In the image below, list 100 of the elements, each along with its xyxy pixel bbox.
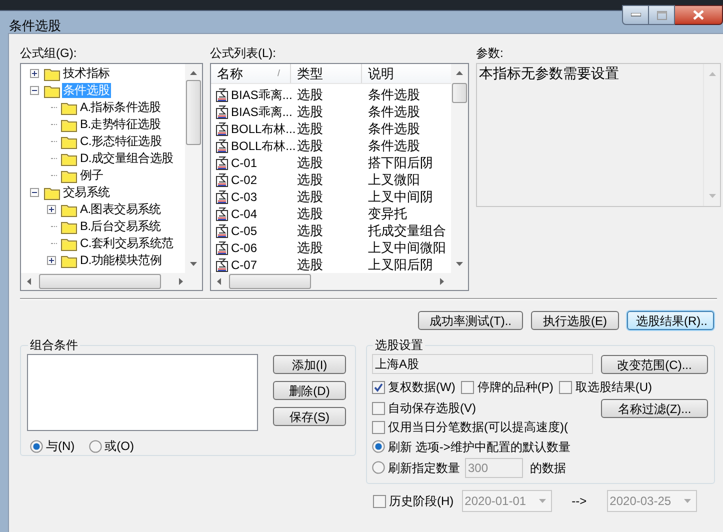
- formula-tree[interactable]: 技术指标 条件选股 A.指标条件选股 B.走势特征选股 C.形态特征选股 D.成交量组合选股 例子 交易系统 A.图表交易系统 B.后台交易系统 C.套利交易系统范 D.功能模块范例: [20, 63, 203, 291]
- formula-icon: [215, 190, 229, 204]
- action-button[interactable]: 选股结果(R)..: [627, 311, 714, 330]
- tree-item[interactable]: 交易系统: [62, 185, 111, 200]
- checkbox[interactable]: [373, 494, 386, 508]
- scroll-down-icon[interactable]: [190, 262, 197, 266]
- minimize-icon: [630, 13, 640, 17]
- checkbox[interactable]: [372, 402, 385, 414]
- checkbox-checked[interactable]: [372, 380, 385, 394]
- list-cell-text: C-03: [231, 188, 258, 206]
- tree-item[interactable]: B.后台交易系统: [79, 219, 162, 234]
- checkbox[interactable]: [559, 380, 572, 394]
- scroll-right-icon[interactable]: [179, 278, 183, 285]
- radio-label[interactable]: 刷新指定数量: [388, 458, 460, 476]
- vertical-scrollbar[interactable]: [451, 64, 468, 273]
- scroll-left-icon[interactable]: [27, 278, 31, 285]
- name-filter-button[interactable]: 名称过滤(Z)...: [601, 398, 708, 418]
- tree-item[interactable]: C.形态特征选股: [79, 134, 163, 149]
- window-title: 条件选股: [9, 17, 61, 35]
- checkbox-label[interactable]: 停牌的品种(P): [477, 378, 554, 396]
- group-title: 组合条件: [29, 337, 79, 354]
- condition-button[interactable]: 添加(I): [273, 355, 346, 374]
- tree-item[interactable]: A.指标条件选股: [79, 100, 162, 115]
- list-cell-text: 选股: [296, 120, 324, 138]
- checkbox-label[interactable]: 仅用当日分笔数据(可以提高速度)(: [388, 418, 568, 436]
- action-button[interactable]: 成功率测试(T)..: [418, 311, 523, 330]
- folder-icon: [44, 66, 60, 80]
- condition-button[interactable]: 删除(D): [273, 381, 346, 400]
- list-cell-text: 变异托: [367, 204, 408, 223]
- tree-item[interactable]: D.成交量组合选股: [79, 151, 174, 166]
- conditions-box[interactable]: [27, 354, 258, 431]
- list-cell-text: BIAS乖离...: [231, 86, 292, 104]
- maximize-button[interactable]: [649, 5, 675, 25]
- folder-icon: [61, 254, 77, 268]
- scroll-thumb[interactable]: [452, 83, 467, 103]
- scroll-thumb[interactable]: [39, 274, 161, 289]
- checkbox-label[interactable]: 复权数据(W): [388, 378, 456, 396]
- collapse-icon[interactable]: [30, 188, 38, 197]
- tree-item[interactable]: C.套利交易系统范: [79, 236, 174, 251]
- dropdown-arrow-icon: [684, 499, 691, 503]
- folder-icon: [61, 202, 77, 216]
- list-cell-text: BIAS乖离...: [231, 104, 292, 120]
- tree-item[interactable]: B.走势特征选股: [79, 117, 162, 132]
- column-header[interactable]: 类型: [291, 64, 362, 83]
- expand-icon[interactable]: [46, 205, 56, 214]
- scroll-up-icon[interactable]: [190, 71, 197, 75]
- expand-icon[interactable]: [30, 69, 38, 78]
- tree-item[interactable]: 例子: [79, 168, 104, 183]
- maximize-icon: [656, 10, 666, 20]
- checkbox-label[interactable]: 自动保存选股(V): [388, 399, 476, 417]
- horizontal-scrollbar[interactable]: [211, 273, 468, 290]
- radio-button[interactable]: [372, 461, 385, 474]
- collapse-icon[interactable]: [30, 86, 38, 95]
- radio-selected[interactable]: [372, 440, 385, 453]
- scroll-thumb[interactable]: [186, 80, 201, 145]
- formula-icon: [215, 156, 229, 170]
- scroll-thumb[interactable]: [229, 274, 311, 289]
- scroll-right-icon[interactable]: [440, 278, 444, 285]
- list-cell-text: 选股: [296, 256, 324, 273]
- checkbox-label[interactable]: 历史阶段(H): [389, 492, 454, 510]
- radio-label[interactable]: 刷新 选项->维护中配置的默认数量: [388, 438, 570, 456]
- list-cell-text: C-05: [231, 222, 258, 240]
- suffix-label: 的数据: [530, 460, 566, 476]
- tree-item[interactable]: D.功能模块范例: [79, 253, 163, 268]
- condition-button[interactable]: 保存(S): [273, 407, 346, 426]
- radio-selected[interactable]: [30, 440, 43, 452]
- folder-icon: [61, 220, 77, 234]
- column-header[interactable]: 说明: [362, 64, 451, 83]
- tree-label: 公式组(G):: [20, 46, 78, 62]
- dropdown-arrow-icon: [538, 499, 546, 503]
- formula-icon: [215, 206, 229, 220]
- radio-label[interactable]: 或(O): [104, 437, 134, 455]
- list-cell-text: 选股: [296, 86, 324, 104]
- list-cell-text: 条件选股: [367, 86, 421, 104]
- horizontal-scrollbar[interactable]: [21, 273, 202, 290]
- tree-item[interactable]: A.图表交易系统: [79, 202, 162, 217]
- list-cell-text: 选股: [296, 136, 324, 155]
- checkbox-label[interactable]: 取选股结果(U): [575, 378, 652, 396]
- radio-button[interactable]: [88, 440, 102, 452]
- checkbox[interactable]: [461, 380, 474, 394]
- formula-list[interactable]: 名称 / 类型 说明 BIAS乖离... 选股 条件选股 BIAS乖离... 选股 条件选股 BOLL布林...选股 条件选股 BOLL布林...选股 条件选股 C-01 选股 搭下阳后阴 C-02 选股 上叉微阳 C-03 选股 上叉中间阴 C-04 选股 变异托 C-05 选股 托成交量组合 C-06 选股 上叉中间微阳 C-07 选股 上叉阳后阴: [210, 63, 469, 291]
- vertical-scrollbar[interactable]: [185, 64, 202, 273]
- close-button[interactable]: [675, 5, 723, 25]
- folder-icon: [44, 84, 60, 98]
- list-cell-text: BOLL布林...: [231, 120, 296, 138]
- column-header[interactable]: 名称 /: [211, 64, 291, 83]
- change-range-button[interactable]: 改变范围(C)...: [601, 354, 708, 374]
- action-button[interactable]: 执行选股(E): [531, 311, 619, 330]
- list-cell-text: 选股: [296, 102, 324, 121]
- minimize-button[interactable]: [622, 5, 649, 25]
- parameters-box[interactable]: 本指标无参数需要设置: [476, 63, 721, 207]
- scroll-down-icon[interactable]: [456, 262, 463, 266]
- radio-label[interactable]: 与(N): [46, 437, 75, 455]
- checkbox[interactable]: [372, 420, 385, 434]
- list-cell-text: 选股: [296, 238, 324, 257]
- expand-icon[interactable]: [46, 256, 56, 265]
- scroll-up-icon[interactable]: [456, 71, 463, 75]
- tree-item[interactable]: 技术指标: [62, 66, 111, 81]
- list-cell-text: 选股: [296, 222, 324, 240]
- scroll-left-icon[interactable]: [217, 278, 221, 285]
